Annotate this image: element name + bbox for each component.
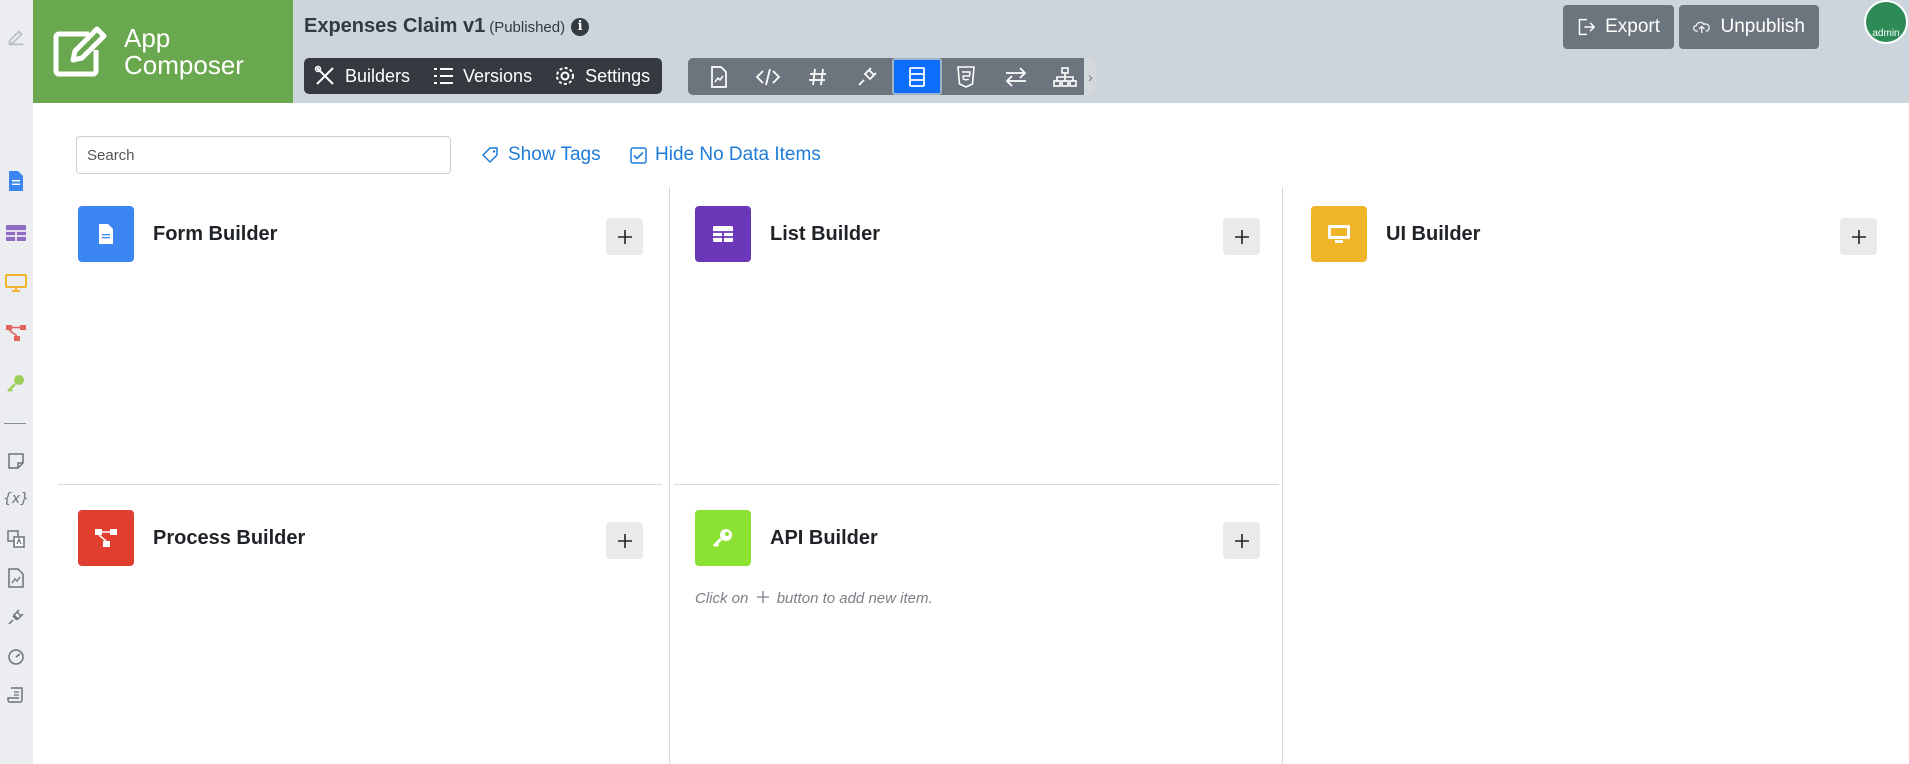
plus-icon [617, 533, 632, 548]
add-ui-button[interactable] [1840, 218, 1877, 255]
api-empty-hint: Click on button to add new item. [695, 590, 933, 607]
api-builder-header[interactable]: API Builder [695, 510, 878, 566]
column-divider [1282, 187, 1283, 764]
list-builder-title: List Builder [770, 222, 881, 245]
code-icon[interactable] [744, 58, 794, 95]
add-process-button[interactable] [606, 522, 643, 559]
versions-icon [434, 68, 454, 84]
nav-settings-label: Settings [585, 65, 651, 86]
nav-versions[interactable]: Versions [432, 65, 532, 87]
main-nav: Builders Versions Settings [304, 58, 662, 94]
add-form-button[interactable] [606, 218, 643, 255]
nav-builders[interactable]: Builders [314, 65, 410, 87]
sidebar-translate-icon[interactable] [5, 528, 27, 550]
toolbar-more-chevron-icon[interactable]: › [1084, 58, 1097, 95]
sidebar-performance-icon[interactable] [5, 645, 27, 667]
export-button[interactable]: Export [1563, 5, 1674, 49]
add-api-button[interactable] [1223, 522, 1260, 559]
show-tags-label: Show Tags [508, 144, 601, 165]
avatar-label: admin [1872, 28, 1900, 39]
nav-builders-label: Builders [345, 65, 411, 86]
checkbox-checked-icon [630, 146, 647, 164]
nav-settings[interactable]: Settings [554, 65, 650, 87]
app-composer-logo[interactable]: App Composer [33, 0, 293, 103]
cloud-upload-icon [1693, 21, 1710, 34]
gear-icon [556, 67, 575, 85]
ui-builder-title: UI Builder [1386, 222, 1481, 245]
tag-icon [482, 147, 498, 164]
plus-icon [1234, 229, 1249, 244]
logo-text-line2: Composer [124, 49, 244, 80]
api-key-icon [695, 510, 751, 566]
form-builder-title: Form Builder [153, 222, 278, 245]
process-builder-header[interactable]: Process Builder [78, 510, 305, 566]
sidebar-list-icon[interactable] [5, 222, 27, 244]
list-builder-header[interactable]: List Builder [695, 206, 880, 262]
swap-icon[interactable] [991, 58, 1041, 95]
hint-text-before: Click on [695, 590, 749, 607]
avatar[interactable]: admin [1864, 0, 1908, 44]
sidebar-form-icon[interactable] [5, 170, 27, 192]
compose-icon [50, 22, 110, 82]
list-icon [695, 206, 751, 262]
unpublish-button[interactable]: Unpublish [1679, 5, 1819, 49]
builder-toolbar [688, 58, 1097, 95]
process-builder-title: Process Builder [153, 526, 306, 549]
sidebar-api-icon[interactable] [5, 372, 27, 394]
hint-text-after: button to add new item. [776, 590, 933, 607]
logo-text: App Composer [124, 22, 244, 80]
builders-icon [314, 65, 334, 85]
plugin-icon[interactable] [843, 58, 893, 95]
sidebar-log-icon[interactable] [5, 684, 27, 706]
left-sidebar: {x} [0, 0, 33, 764]
app-status: (Published) [489, 19, 566, 36]
nav-versions-label: Versions [463, 65, 533, 86]
hash-icon[interactable] [793, 58, 843, 95]
row-divider [58, 484, 662, 485]
logo-text-line1: App [124, 22, 171, 53]
report-icon[interactable] [694, 58, 744, 95]
html5-icon[interactable] [942, 58, 992, 95]
process-icon [78, 510, 134, 566]
search-input[interactable] [76, 136, 451, 174]
ui-builder-header[interactable]: UI Builder [1311, 206, 1480, 262]
sitemap-icon[interactable] [1041, 58, 1091, 95]
sidebar-report-icon[interactable] [5, 567, 27, 589]
row-divider [674, 484, 1279, 485]
plus-icon [1851, 229, 1866, 244]
plus-icon [756, 591, 769, 603]
form-builder-header[interactable]: Form Builder [78, 206, 277, 262]
hide-no-data-label: Hide No Data Items [655, 144, 821, 165]
unpublish-label: Unpublish [1720, 16, 1806, 37]
ui-icon [1311, 206, 1367, 262]
app-name: Expenses Claim v1 [304, 15, 486, 37]
sidebar-variable-icon[interactable]: {x} [3, 488, 29, 510]
column-divider [669, 187, 670, 764]
app-title: Expenses Claim v1 (Published) i [304, 15, 590, 38]
hide-no-data-toggle[interactable]: Hide No Data Items [630, 144, 821, 166]
export-label: Export [1605, 16, 1660, 37]
plus-icon [617, 229, 632, 244]
sidebar-divider [4, 423, 26, 424]
datalist-icon[interactable] [892, 58, 942, 95]
info-icon[interactable]: i [571, 17, 590, 36]
sidebar-note-icon[interactable] [5, 450, 27, 472]
add-list-button[interactable] [1223, 218, 1260, 255]
form-icon [78, 206, 134, 262]
sidebar-ui-icon[interactable] [5, 272, 27, 294]
edit-icon[interactable] [5, 26, 27, 48]
sidebar-process-icon[interactable] [5, 322, 27, 344]
api-builder-title: API Builder [770, 526, 878, 549]
export-icon [1578, 18, 1596, 36]
show-tags-link[interactable]: Show Tags [482, 144, 601, 166]
sidebar-plugin-icon[interactable] [5, 606, 27, 628]
plus-icon [1234, 533, 1249, 548]
